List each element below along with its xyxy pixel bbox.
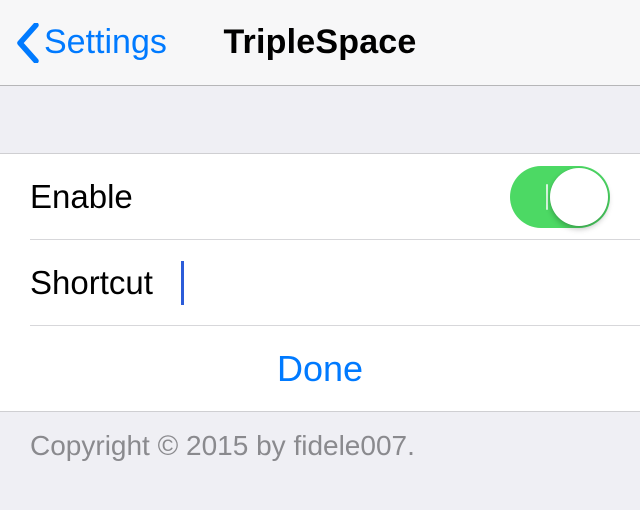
chevron-left-icon xyxy=(16,23,40,63)
nav-bar: Settings TripleSpace xyxy=(0,0,640,86)
shortcut-input-wrap[interactable] xyxy=(181,261,610,305)
done-label: Done xyxy=(277,348,363,390)
enable-row: Enable xyxy=(0,154,640,240)
footer-text: Copyright © 2015 by fidele007. xyxy=(30,430,610,462)
done-button[interactable]: Done xyxy=(0,326,640,412)
back-button[interactable]: Settings xyxy=(16,0,167,85)
toggle-knob xyxy=(550,168,608,226)
shortcut-label: Shortcut xyxy=(30,264,153,302)
back-label: Settings xyxy=(44,23,167,62)
settings-group: Enable Shortcut Done xyxy=(0,154,640,412)
shortcut-input[interactable] xyxy=(184,264,610,302)
toggle-tick-icon xyxy=(546,184,548,210)
footer: Copyright © 2015 by fidele007. xyxy=(0,412,640,510)
shortcut-row: Shortcut xyxy=(0,240,640,326)
enable-label: Enable xyxy=(30,178,133,216)
page-title-text: TripleSpace xyxy=(223,23,416,62)
section-gap xyxy=(0,86,640,154)
enable-toggle[interactable] xyxy=(510,166,610,228)
